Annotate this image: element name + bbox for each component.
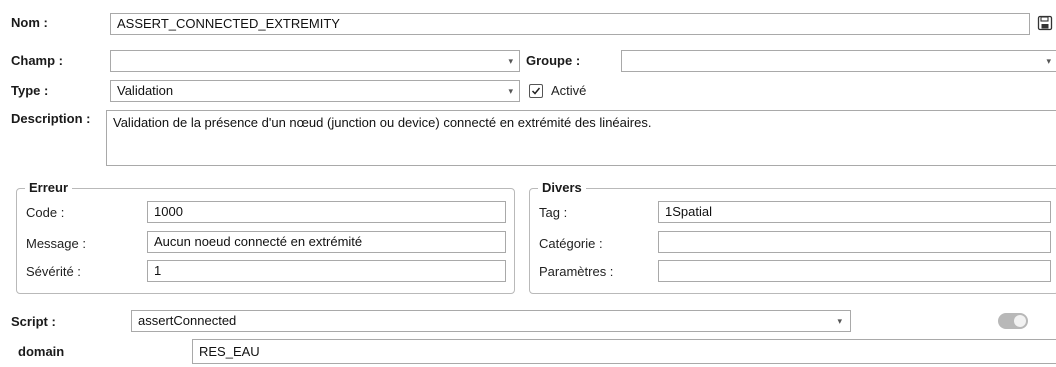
save-icon[interactable]	[1037, 15, 1053, 31]
script-value: assertConnected	[138, 313, 237, 328]
script-label: Script :	[11, 314, 56, 329]
nom-label: Nom :	[11, 15, 48, 30]
domain-value: RES_EAU	[199, 344, 260, 359]
domain-label: domain	[18, 344, 65, 359]
active-checkbox[interactable]	[529, 84, 543, 98]
chevron-down-icon: ▾	[1046, 56, 1051, 66]
tag-label: Tag :	[539, 205, 568, 220]
chevron-down-icon: ▾	[508, 56, 513, 66]
description-value: Validation de la présence d'un nœud (jun…	[113, 115, 652, 130]
severite-field[interactable]: 1	[147, 260, 506, 282]
toggle-knob	[1014, 315, 1026, 327]
script-toggle[interactable]	[998, 313, 1028, 329]
code-value: 1000	[154, 204, 183, 219]
severite-label: Sévérité :	[26, 264, 81, 279]
chevron-down-icon: ▾	[837, 316, 842, 326]
description-label: Description :	[11, 111, 91, 126]
type-label: Type :	[11, 83, 49, 98]
groupe-label: Groupe :	[526, 53, 581, 68]
domain-field[interactable]: RES_EAU	[192, 339, 1056, 364]
chevron-down-icon: ▾	[508, 86, 513, 96]
message-field[interactable]: Aucun noeud connecté en extrémité	[147, 231, 506, 253]
message-label: Message :	[26, 236, 86, 251]
code-label: Code :	[26, 205, 65, 220]
type-value: Validation	[117, 83, 174, 98]
divers-title: Divers	[538, 180, 586, 196]
severite-value: 1	[154, 263, 162, 278]
categorie-field[interactable]	[658, 231, 1051, 253]
code-field[interactable]: 1000	[147, 201, 506, 223]
groupe-select[interactable]: ▾	[621, 50, 1056, 72]
tag-field[interactable]: 1Spatial	[658, 201, 1051, 223]
description-textarea[interactable]: Validation de la présence d'un nœud (jun…	[106, 110, 1056, 166]
checkmark-icon	[531, 87, 541, 95]
categorie-label: Catégorie :	[539, 236, 603, 251]
nom-value: ASSERT_CONNECTED_EXTREMITY	[117, 16, 340, 31]
erreur-title: Erreur	[25, 180, 73, 196]
script-select[interactable]: assertConnected ▾	[131, 310, 851, 332]
type-select[interactable]: Validation ▾	[110, 80, 520, 102]
parametres-field[interactable]	[658, 260, 1051, 282]
active-label: Activé	[551, 83, 587, 98]
parametres-label: Paramètres :	[539, 264, 614, 279]
message-value: Aucun noeud connecté en extrémité	[154, 234, 363, 249]
champ-select[interactable]: ▾	[110, 50, 520, 72]
champ-label: Champ :	[11, 53, 63, 68]
nom-field[interactable]: ASSERT_CONNECTED_EXTREMITY	[110, 13, 1030, 35]
tag-value: 1Spatial	[665, 204, 712, 219]
